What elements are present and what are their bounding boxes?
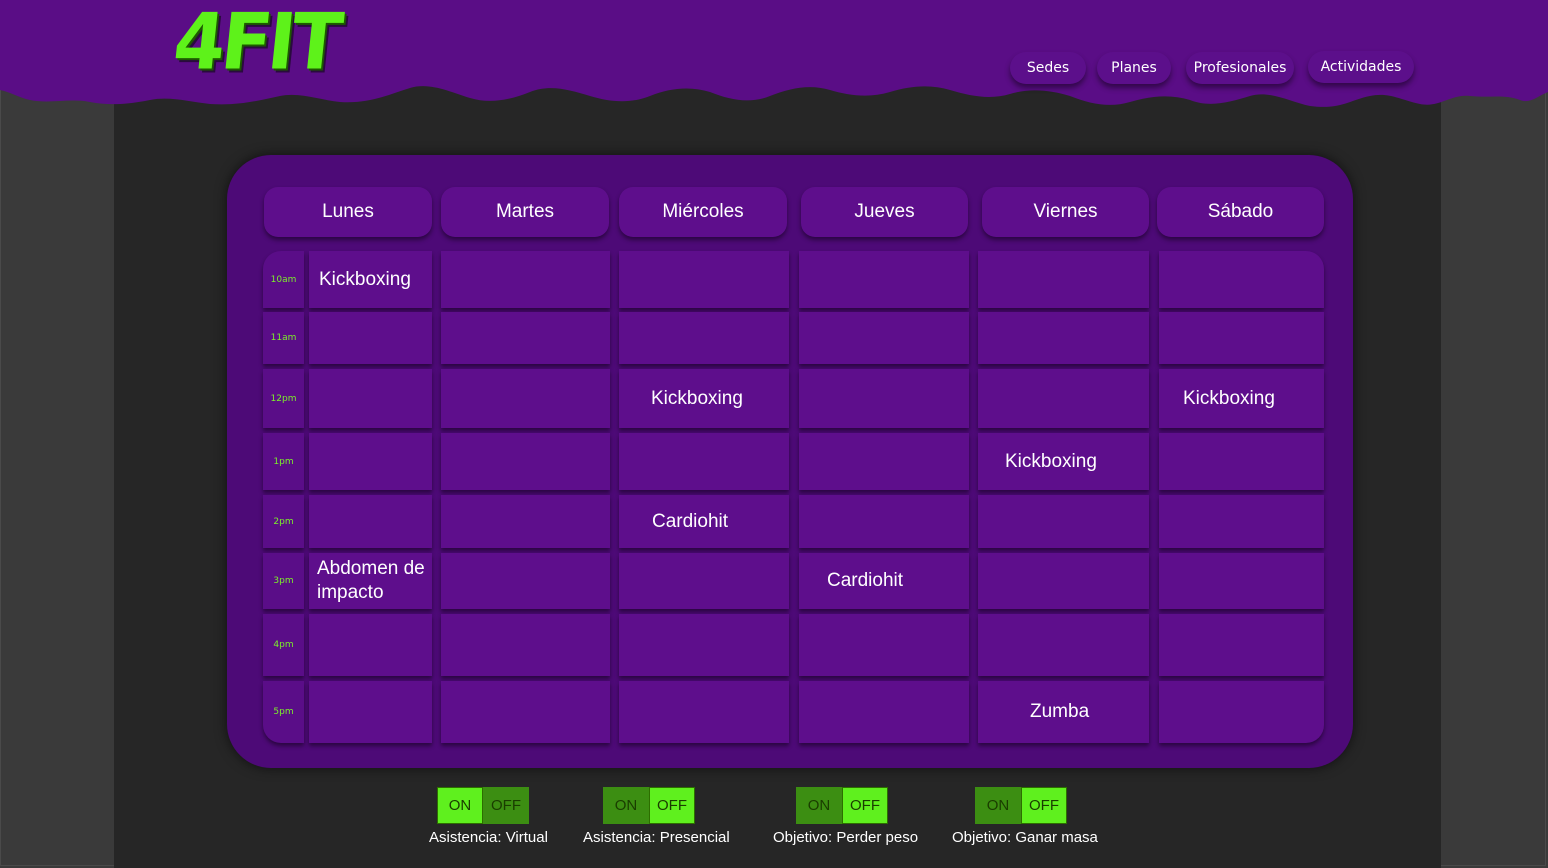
day-header-1: Martes <box>441 187 609 237</box>
filter-toggle-3[interactable]: ON OFF <box>975 787 1067 824</box>
filter-caption: Asistencia: Presencial <box>583 829 730 846</box>
schedule-cell[interactable] <box>441 433 610 490</box>
schedule-cell[interactable] <box>1159 312 1324 364</box>
schedule-cell[interactable] <box>978 553 1149 609</box>
schedule-cell[interactable]: Kickboxing <box>309 251 432 308</box>
schedule-cell[interactable] <box>619 614 789 676</box>
schedule-cell[interactable]: Kickboxing <box>619 369 789 428</box>
schedule-cell[interactable] <box>799 614 969 676</box>
toggle-on-segment[interactable]: ON <box>603 787 649 824</box>
schedule-cell[interactable] <box>309 495 432 548</box>
schedule-cell[interactable] <box>1159 553 1324 609</box>
filter-caption: Objetivo: Ganar masa <box>952 829 1098 846</box>
nav-sedes-button[interactable]: Sedes <box>1010 52 1086 84</box>
day-header-3: Jueves <box>801 187 968 237</box>
schedule-cell[interactable]: Cardiohit <box>799 553 969 609</box>
schedule-cell[interactable]: Kickboxing <box>1159 369 1324 428</box>
time-slot-label: 5pm <box>263 681 304 743</box>
toggle-on-segment[interactable]: ON <box>796 787 842 824</box>
filter-caption: Asistencia: Virtual <box>429 829 548 846</box>
schedule-cell[interactable] <box>441 369 610 428</box>
class-name: Kickboxing <box>1183 387 1275 409</box>
day-header-2: Miércoles <box>619 187 787 237</box>
schedule-cell[interactable] <box>619 312 789 364</box>
toggle-off-segment[interactable]: OFF <box>842 787 888 824</box>
class-name: Zumba <box>1030 701 1090 722</box>
filter-toggle-1[interactable]: ON OFF <box>603 787 695 824</box>
schedule-cell[interactable] <box>978 251 1149 308</box>
toggle-off-segment[interactable]: OFF <box>1021 787 1067 824</box>
schedule-cell[interactable]: Cardiohit <box>619 495 789 548</box>
filter-toggle-2[interactable]: ON OFF <box>796 787 888 824</box>
schedule-cell[interactable] <box>799 495 969 548</box>
brand-logo[interactable]: 4FIT <box>169 0 343 87</box>
schedule-cell[interactable] <box>799 681 969 743</box>
nav-profesionales-button[interactable]: Profesionales <box>1186 52 1294 84</box>
day-header-5: Sábado <box>1157 187 1324 237</box>
schedule-cell[interactable] <box>1159 251 1324 308</box>
toggle-on-segment[interactable]: ON <box>437 787 483 824</box>
class-name: Cardiohit <box>827 570 904 591</box>
filter-caption: Objetivo: Perder peso <box>773 829 919 846</box>
schedule-cell[interactable] <box>309 312 432 364</box>
time-slot-label: 12pm <box>263 369 304 428</box>
schedule-cell[interactable] <box>309 433 432 490</box>
schedule-cell[interactable] <box>619 433 789 490</box>
toggle-on-segment[interactable]: ON <box>975 787 1021 824</box>
time-slot-label: 2pm <box>263 495 304 548</box>
schedule-cell[interactable] <box>1159 614 1324 676</box>
schedule-cell[interactable] <box>799 251 969 308</box>
schedule-cell[interactable] <box>619 681 789 743</box>
time-slot-label: 4pm <box>263 614 304 676</box>
schedule-cell[interactable] <box>978 614 1149 676</box>
schedule-cell[interactable] <box>799 312 969 364</box>
schedule-cell[interactable]: Abdomen de impacto <box>309 553 432 609</box>
schedule-cell[interactable] <box>619 251 789 308</box>
schedule-cell[interactable] <box>309 369 432 428</box>
time-slot-label: 1pm <box>263 433 304 490</box>
schedule-cell[interactable] <box>978 312 1149 364</box>
time-slot-label: 10am <box>263 251 304 308</box>
schedule-cell[interactable] <box>441 681 610 743</box>
day-header-4: Viernes <box>982 187 1149 237</box>
schedule-cell[interactable] <box>1159 681 1324 743</box>
schedule-cell[interactable]: Zumba <box>978 681 1149 743</box>
schedule-cell[interactable] <box>441 251 610 308</box>
schedule-cell[interactable] <box>978 495 1149 548</box>
class-name: Kickboxing <box>319 268 411 290</box>
class-name: Cardiohit <box>652 510 729 532</box>
schedule-cell[interactable] <box>441 553 610 609</box>
schedule-cell[interactable] <box>309 614 432 676</box>
schedule-cell[interactable] <box>799 433 969 490</box>
day-header-0: Lunes <box>264 187 432 237</box>
toggle-off-segment[interactable]: OFF <box>483 787 529 824</box>
class-name: Abdomen de impacto <box>317 558 425 603</box>
schedule-cell[interactable] <box>978 369 1149 428</box>
schedule-cell[interactable] <box>441 495 610 548</box>
schedule-cell[interactable] <box>1159 495 1324 548</box>
schedule-cell[interactable] <box>441 312 610 364</box>
class-name: Kickboxing <box>1005 450 1097 472</box>
schedule-cell[interactable] <box>799 369 969 428</box>
schedule-cell[interactable] <box>441 614 610 676</box>
schedule-cell[interactable] <box>309 681 432 743</box>
class-name: Kickboxing <box>651 387 743 409</box>
nav-planes-button[interactable]: Planes <box>1097 52 1171 84</box>
schedule-cell[interactable]: Kickboxing <box>978 433 1149 490</box>
nav-actividades-button[interactable]: Actividades <box>1308 51 1414 83</box>
time-slot-label: 3pm <box>263 553 304 609</box>
toggle-off-segment[interactable]: OFF <box>649 787 695 824</box>
filter-toggle-0[interactable]: ON OFF <box>437 787 529 824</box>
time-slot-label: 11am <box>263 312 304 364</box>
schedule-cell[interactable] <box>619 553 789 609</box>
schedule-cell[interactable] <box>1159 433 1324 490</box>
